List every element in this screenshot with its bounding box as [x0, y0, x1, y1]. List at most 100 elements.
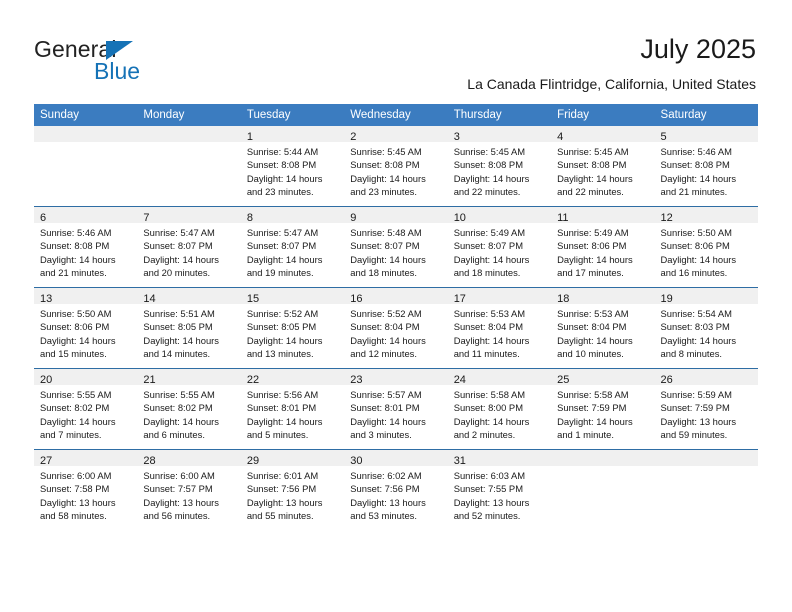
day-details: Sunrise: 5:47 AM Sunset: 8:07 PM Daylight:… [241, 223, 344, 279]
daylight-minutes: and 18 minutes. [453, 266, 521, 278]
day-details: Sunrise: 5:45 AM Sunset: 8:08 PM Daylight:… [344, 142, 447, 198]
calendar-day-cell[interactable]: 11 Sunrise: 5:49 AM Sunset: 8:06 PM Dayligh… [551, 206, 655, 288]
calendar-day-cell[interactable]: 24 Sunrise: 5:58 AM Sunset: 8:00 PM Dayligh… [447, 368, 552, 450]
day-number-band [551, 450, 655, 466]
calendar-header-row: Sunday Monday Tuesday Wednesday Thursday Frid… [34, 104, 758, 126]
day-details: Sunrise: 5:58 AM Sunset: 7:59 PM Daylight:… [551, 385, 654, 441]
calendar-day-cell[interactable]: 4 Sunrise: 5:45 AM Sunset: 8:08 PM Daylight… [551, 126, 655, 207]
calendar-day-cell[interactable]: 23 Sunrise: 5:57 AM Sunset: 8:01 PM Dayligh… [344, 368, 448, 450]
calendar-day-cell[interactable]: 27 Sunrise: 6:00 AM Sunset: 7:58 PM Dayligh… [34, 449, 138, 530]
calendar-day-cell[interactable]: 2 Sunrise: 5:45 AM Sunset: 8:08 PM Daylight… [344, 126, 448, 207]
day-number-band: 26 [654, 369, 758, 386]
calendar-day-cell[interactable]: 21 Sunrise: 5:55 AM Sunset: 8:02 PM Dayligh… [137, 368, 241, 450]
day-details: Sunrise: 6:00 AM Sunset: 7:58 PM Daylight:… [34, 466, 137, 522]
weekday-header-tuesday: Tuesday [240, 104, 345, 126]
calendar-day-cell[interactable]: 9 Sunrise: 5:48 AM Sunset: 8:07 PM Daylight… [344, 206, 448, 288]
calendar-day-cell[interactable]: 5 Sunrise: 5:46 AM Sunset: 8:08 PM Daylight… [654, 126, 758, 207]
day-number-band: 31 [447, 450, 552, 467]
day-number-band: 18 [551, 288, 655, 305]
sunset-time: Sunset: 8:05 PM [143, 321, 213, 333]
sunset-time: Sunset: 7:56 PM [246, 483, 317, 495]
daylight-minutes: and 59 minutes. [660, 428, 728, 440]
generalblue-logo[interactable]: General Blue [34, 36, 264, 86]
sunset-time: Sunset: 8:04 PM [453, 321, 523, 333]
daylight-hours: Daylight: 13 hours [143, 496, 219, 508]
sunset-time: Sunset: 8:07 PM [246, 240, 317, 252]
calendar-day-cell[interactable]: 28 Sunrise: 6:00 AM Sunset: 7:57 PM Dayligh… [137, 449, 241, 530]
sunrise-time: Sunrise: 5:54 AM [660, 308, 732, 319]
daylight-minutes: and 11 minutes. [453, 347, 520, 359]
calendar-day-cell[interactable]: 3 Sunrise: 5:45 AM Sunset: 8:08 PM Daylight… [447, 126, 552, 207]
day-number: 9 [350, 212, 357, 224]
day-details: Sunrise: 5:48 AM Sunset: 8:07 PM Daylight:… [344, 223, 447, 279]
day-details: Sunrise: 6:00 AM Sunset: 7:57 PM Daylight:… [137, 466, 240, 522]
calendar-day-cell[interactable]: 13 Sunrise: 5:50 AM Sunset: 8:06 PM Dayligh… [34, 287, 138, 369]
sunrise-time: Sunrise: 5:55 AM [143, 389, 215, 400]
day-number-band: 6 [34, 207, 138, 224]
daylight-minutes: and 22 minutes. [453, 185, 521, 197]
calendar-day-cell[interactable]: 29 Sunrise: 6:01 AM Sunset: 7:56 PM Dayligh… [240, 449, 345, 530]
calendar-day-cell[interactable]: 15 Sunrise: 5:52 AM Sunset: 8:05 PM Dayligh… [240, 287, 345, 369]
sunrise-time: Sunrise: 5:45 AM [350, 146, 422, 157]
calendar-day-cell[interactable]: 8 Sunrise: 5:47 AM Sunset: 8:07 PM Daylight… [240, 206, 345, 288]
calendar-day-cell[interactable]: 7 Sunrise: 5:47 AM Sunset: 8:07 PM Daylight… [137, 206, 241, 288]
day-number: 1 [246, 131, 253, 143]
day-details: Sunrise: 5:49 AM Sunset: 8:07 PM Daylight:… [448, 223, 551, 279]
calendar-day-cell[interactable]: 10 Sunrise: 5:49 AM Sunset: 8:07 PM Dayligh… [447, 206, 552, 288]
sunset-time: Sunset: 8:08 PM [350, 159, 420, 171]
day-details [655, 466, 758, 469]
sunset-time: Sunset: 8:03 PM [660, 321, 730, 333]
sunset-time: Sunset: 8:06 PM [557, 240, 627, 252]
daylight-minutes: and 1 minute. [557, 428, 614, 440]
day-number-band: 22 [240, 369, 345, 386]
calendar-day-cell[interactable]: 30 Sunrise: 6:02 AM Sunset: 7:56 PM Dayligh… [344, 449, 448, 530]
sunset-time: Sunset: 7:59 PM [660, 402, 730, 414]
daylight-minutes: and 2 minutes. [453, 428, 516, 440]
calendar-day-cell[interactable]: 25 Sunrise: 5:58 AM Sunset: 7:59 PM Dayligh… [551, 368, 655, 450]
day-number-band: 23 [344, 369, 448, 386]
day-number-band: 17 [447, 288, 552, 305]
day-number-band: 21 [137, 369, 241, 386]
daylight-minutes: and 6 minutes. [143, 428, 205, 440]
calendar-day-cell[interactable]: 19 Sunrise: 5:54 AM Sunset: 8:03 PM Dayligh… [654, 287, 758, 369]
calendar-day-cell[interactable]: 17 Sunrise: 5:53 AM Sunset: 8:04 PM Dayligh… [447, 287, 552, 369]
weekday-header: Sunday Monday Tuesday Wednesday Thursday Frid… [34, 104, 758, 126]
daylight-hours: Daylight: 13 hours [453, 496, 530, 508]
sunrise-time: Sunrise: 5:51 AM [143, 308, 215, 319]
day-number-band: 28 [137, 450, 241, 467]
sunrise-time: Sunrise: 5:45 AM [453, 146, 526, 157]
day-details: Sunrise: 5:59 AM Sunset: 7:59 PM Daylight:… [655, 385, 758, 441]
page-subtitle-location: La Canada Flintridge, California, United… [467, 76, 756, 92]
calendar-day-cell[interactable]: 20 Sunrise: 5:55 AM Sunset: 8:02 PM Dayligh… [34, 368, 138, 450]
calendar-day-cell-empty [137, 126, 241, 207]
sunrise-time: Sunrise: 6:00 AM [40, 470, 112, 481]
calendar-day-cell[interactable]: 12 Sunrise: 5:50 AM Sunset: 8:06 PM Dayligh… [654, 206, 758, 288]
daylight-hours: Daylight: 14 hours [557, 415, 633, 427]
sunset-time: Sunset: 8:08 PM [660, 159, 730, 171]
calendar-day-cell[interactable]: 26 Sunrise: 5:59 AM Sunset: 7:59 PM Dayligh… [654, 368, 758, 450]
sunset-time: Sunset: 7:57 PM [143, 483, 213, 495]
day-details: Sunrise: 5:49 AM Sunset: 8:06 PM Daylight:… [551, 223, 654, 279]
calendar-day-cell[interactable]: 14 Sunrise: 5:51 AM Sunset: 8:05 PM Dayligh… [137, 287, 241, 369]
calendar-day-cell[interactable]: 1 Sunrise: 5:44 AM Sunset: 8:08 PM Daylight… [240, 126, 345, 207]
calendar-day-cell[interactable]: 22 Sunrise: 5:56 AM Sunset: 8:01 PM Dayligh… [240, 368, 345, 450]
day-number-band: 2 [344, 126, 448, 143]
calendar-day-cell[interactable]: 31 Sunrise: 6:03 AM Sunset: 7:55 PM Dayligh… [447, 449, 552, 530]
day-number: 17 [453, 293, 466, 305]
day-details: Sunrise: 5:55 AM Sunset: 8:02 PM Daylight:… [34, 385, 137, 441]
calendar-day-cell[interactable]: 18 Sunrise: 5:53 AM Sunset: 8:04 PM Dayligh… [551, 287, 655, 369]
daylight-minutes: and 12 minutes. [350, 347, 417, 359]
day-number: 7 [143, 212, 150, 224]
calendar-week-row: 6 Sunrise: 5:46 AM Sunset: 8:08 PM Daylight… [34, 206, 758, 288]
day-number: 15 [246, 293, 260, 305]
daylight-hours: Daylight: 14 hours [453, 415, 530, 427]
daylight-hours: Daylight: 14 hours [453, 334, 530, 346]
daylight-minutes: and 17 minutes. [557, 266, 624, 278]
weekday-header-thursday: Thursday [447, 104, 552, 126]
daylight-hours: Daylight: 14 hours [40, 253, 116, 265]
calendar-day-cell[interactable]: 6 Sunrise: 5:46 AM Sunset: 8:08 PM Daylight… [34, 206, 138, 288]
calendar-day-cell-empty [551, 449, 655, 530]
calendar-day-cell[interactable]: 16 Sunrise: 5:52 AM Sunset: 8:04 PM Dayligh… [344, 287, 448, 369]
daylight-hours: Daylight: 13 hours [350, 496, 426, 508]
sunset-time: Sunset: 8:08 PM [557, 159, 627, 171]
